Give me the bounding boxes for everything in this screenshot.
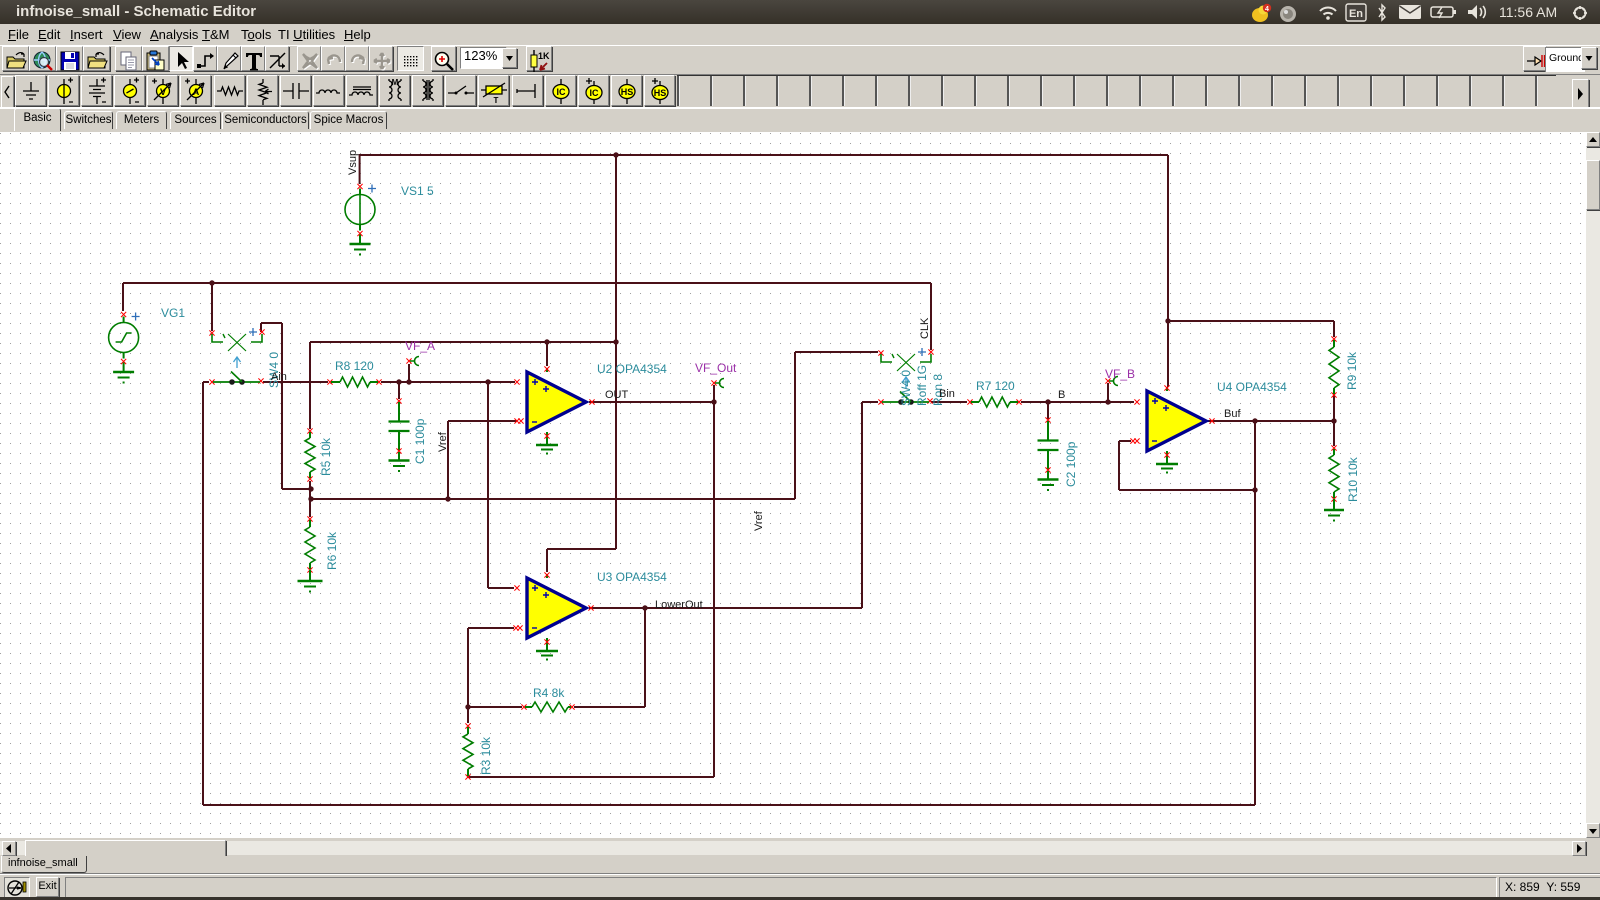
svg-text:Vref: Vref xyxy=(753,510,765,531)
svg-text:Ain: Ain xyxy=(271,371,287,383)
svg-text:C1 100p: C1 100p xyxy=(413,418,427,464)
svg-text:VS1 5: VS1 5 xyxy=(401,184,434,198)
svg-text:B: B xyxy=(1058,389,1065,401)
svg-text:IC: IC xyxy=(557,87,567,97)
svg-text:OUT: OUT xyxy=(605,389,629,401)
svg-text:LowerOut: LowerOut xyxy=(655,599,703,611)
svg-text:M: M xyxy=(392,78,399,87)
svg-text:R10 10k: R10 10k xyxy=(1346,456,1360,502)
svg-text:Vref: Vref xyxy=(437,431,449,452)
svg-text:HS: HS xyxy=(621,87,634,97)
svg-text:Bin: Bin xyxy=(939,388,955,400)
svg-text:T: T xyxy=(494,96,499,105)
svg-text:U4 OPA4354: U4 OPA4354 xyxy=(1217,380,1287,394)
svg-text:R4 8k: R4 8k xyxy=(533,686,565,700)
svg-text:U3 OPA4354: U3 OPA4354 xyxy=(597,570,667,584)
svg-text:1K: 1K xyxy=(538,51,550,61)
svg-text:R8 120: R8 120 xyxy=(335,359,374,373)
svg-text:VF_B: VF_B xyxy=(1105,367,1135,381)
svg-text:R9 10k: R9 10k xyxy=(1345,351,1359,390)
svg-text:VF_Out: VF_Out xyxy=(695,361,737,375)
svg-text:R7 120: R7 120 xyxy=(976,379,1015,393)
svg-text:Buf: Buf xyxy=(1224,408,1241,420)
svg-text:VG1: VG1 xyxy=(161,306,185,320)
svg-text:HS: HS xyxy=(654,88,667,98)
svg-text:C2 100p: C2 100p xyxy=(1064,441,1078,487)
svg-text:U2 OPA4354: U2 OPA4354 xyxy=(597,362,667,376)
svg-text:Roff 1G: Roff 1G xyxy=(915,365,929,406)
svg-text:R6 10k: R6 10k xyxy=(325,531,339,570)
svg-text:CLK: CLK xyxy=(919,317,931,339)
svg-text:SW4 0: SW4 0 xyxy=(899,370,913,406)
svg-text:En: En xyxy=(1349,8,1363,20)
svg-text:R3 10k: R3 10k xyxy=(479,736,493,775)
svg-text:Vsup: Vsup xyxy=(347,150,359,175)
svg-text:VF_A: VF_A xyxy=(405,339,435,353)
svg-text:R5 10k: R5 10k xyxy=(319,437,333,476)
svg-text:4: 4 xyxy=(1265,6,1269,13)
svg-text:IC: IC xyxy=(590,88,600,98)
